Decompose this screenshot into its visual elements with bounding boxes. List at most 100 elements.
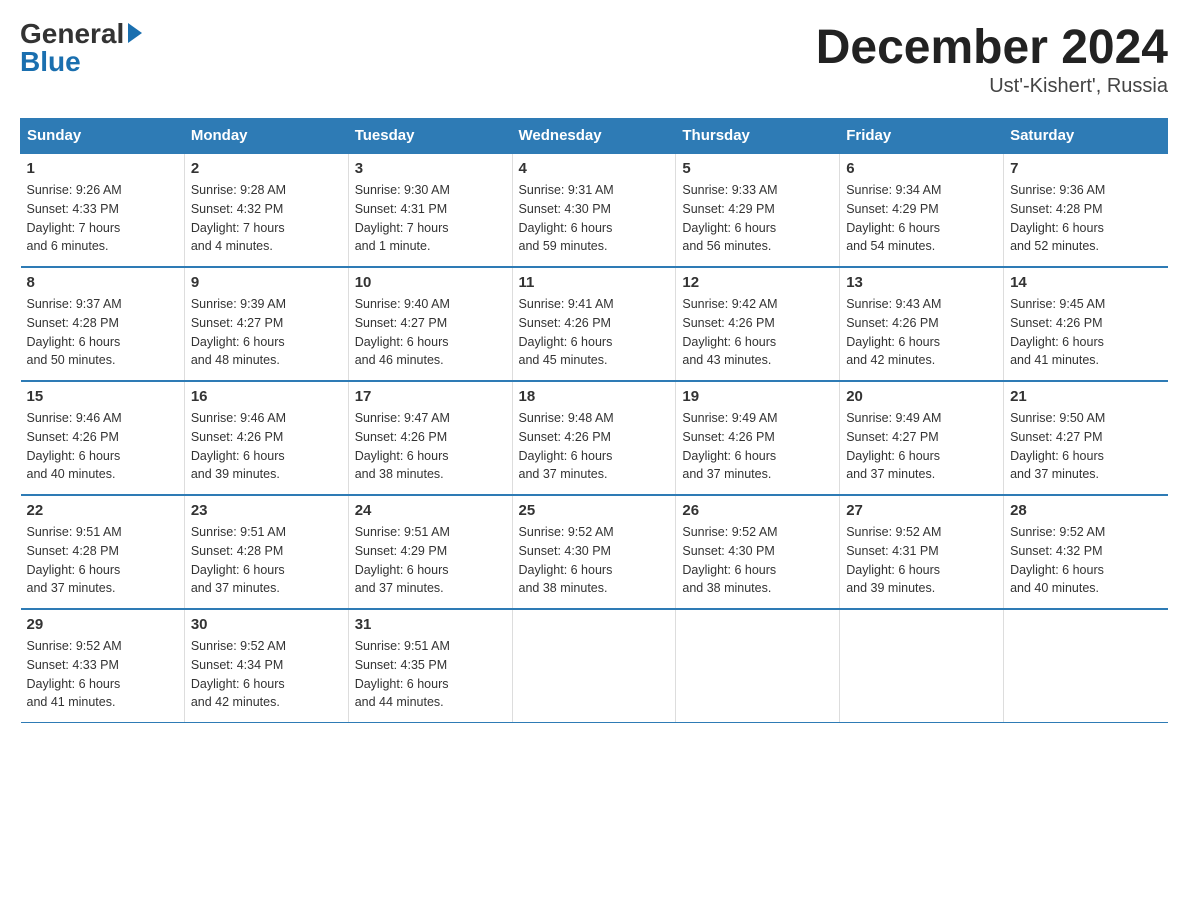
day-number: 30	[191, 616, 342, 633]
day-number: 24	[355, 502, 506, 519]
calendar-cell: 31 Sunrise: 9:51 AM Sunset: 4:35 PM Dayli…	[348, 609, 512, 723]
day-info: Sunrise: 9:49 AM Sunset: 4:26 PM Dayligh…	[682, 409, 833, 484]
day-info: Sunrise: 9:52 AM Sunset: 4:34 PM Dayligh…	[191, 637, 342, 712]
logo: General Blue	[20, 20, 142, 76]
day-info: Sunrise: 9:48 AM Sunset: 4:26 PM Dayligh…	[519, 409, 670, 484]
calendar-cell: 9Sunrise: 9:39 AM Sunset: 4:27 PM Daylig…	[184, 267, 348, 381]
day-number: 13	[846, 274, 997, 291]
day-number: 10	[355, 274, 506, 291]
day-number: 3	[355, 160, 506, 177]
day-info: Sunrise: 9:26 AM Sunset: 4:33 PM Dayligh…	[27, 181, 178, 256]
day-info: Sunrise: 9:40 AM Sunset: 4:27 PM Dayligh…	[355, 295, 506, 370]
day-number: 27	[846, 502, 997, 519]
day-info: Sunrise: 9:41 AM Sunset: 4:26 PM Dayligh…	[519, 295, 670, 370]
day-number: 15	[27, 388, 178, 405]
day-info: Sunrise: 9:51 AM Sunset: 4:35 PM Dayligh…	[355, 637, 506, 712]
day-of-week-thursday: Thursday	[676, 119, 840, 154]
calendar-cell: 25 Sunrise: 9:52 AM Sunset: 4:30 PM Dayli…	[512, 495, 676, 609]
day-info: Sunrise: 9:49 AM Sunset: 4:27 PM Dayligh…	[846, 409, 997, 484]
calendar-cell: 8Sunrise: 9:37 AM Sunset: 4:28 PM Daylig…	[21, 267, 185, 381]
day-info: Sunrise: 9:52 AM Sunset: 4:32 PM Dayligh…	[1010, 523, 1161, 598]
calendar-cell: 10 Sunrise: 9:40 AM Sunset: 4:27 PM Dayli…	[348, 267, 512, 381]
day-info: Sunrise: 9:52 AM Sunset: 4:30 PM Dayligh…	[682, 523, 833, 598]
calendar-body: 1 Sunrise: 9:26 AM Sunset: 4:33 PM Daylig…	[21, 153, 1168, 723]
logo-general-text: General	[20, 20, 124, 48]
calendar-cell: 21Sunrise: 9:50 AM Sunset: 4:27 PM Dayli…	[1004, 381, 1168, 495]
calendar-cell: 12 Sunrise: 9:42 AM Sunset: 4:26 PM Dayli…	[676, 267, 840, 381]
calendar-cell: 4 Sunrise: 9:31 AM Sunset: 4:30 PM Daylig…	[512, 153, 676, 267]
day-number: 20	[846, 388, 997, 405]
day-info: Sunrise: 9:42 AM Sunset: 4:26 PM Dayligh…	[682, 295, 833, 370]
calendar-cell: 26 Sunrise: 9:52 AM Sunset: 4:30 PM Dayli…	[676, 495, 840, 609]
day-info: Sunrise: 9:43 AM Sunset: 4:26 PM Dayligh…	[846, 295, 997, 370]
day-number: 26	[682, 502, 833, 519]
day-info: Sunrise: 9:37 AM Sunset: 4:28 PM Dayligh…	[27, 295, 178, 370]
day-number: 25	[519, 502, 670, 519]
calendar-cell: 18 Sunrise: 9:48 AM Sunset: 4:26 PM Dayli…	[512, 381, 676, 495]
calendar-cell: 5Sunrise: 9:33 AM Sunset: 4:29 PM Daylig…	[676, 153, 840, 267]
day-of-week-sunday: Sunday	[21, 119, 185, 154]
calendar-cell: 13 Sunrise: 9:43 AM Sunset: 4:26 PM Dayli…	[840, 267, 1004, 381]
calendar-cell: 14 Sunrise: 9:45 AM Sunset: 4:26 PM Dayli…	[1004, 267, 1168, 381]
calendar-cell: 16 Sunrise: 9:46 AM Sunset: 4:26 PM Dayli…	[184, 381, 348, 495]
day-info: Sunrise: 9:33 AM Sunset: 4:29 PM Dayligh…	[682, 181, 833, 256]
day-info: Sunrise: 9:36 AM Sunset: 4:28 PM Dayligh…	[1010, 181, 1161, 256]
calendar-cell: 2Sunrise: 9:28 AM Sunset: 4:32 PM Daylig…	[184, 153, 348, 267]
title-area: December 2024 Ust'-Kishert', Russia	[816, 20, 1168, 98]
calendar-cell: 29 Sunrise: 9:52 AM Sunset: 4:33 PM Dayli…	[21, 609, 185, 723]
day-number: 1	[27, 160, 178, 177]
calendar-cell: 19 Sunrise: 9:49 AM Sunset: 4:26 PM Dayli…	[676, 381, 840, 495]
day-of-week-saturday: Saturday	[1004, 119, 1168, 154]
calendar-cell	[1004, 609, 1168, 723]
day-info: Sunrise: 9:52 AM Sunset: 4:33 PM Dayligh…	[27, 637, 178, 712]
logo-triangle-icon	[128, 23, 142, 43]
day-number: 19	[682, 388, 833, 405]
calendar-cell	[512, 609, 676, 723]
day-number: 12	[682, 274, 833, 291]
calendar-cell: 28Sunrise: 9:52 AM Sunset: 4:32 PM Dayli…	[1004, 495, 1168, 609]
day-info: Sunrise: 9:34 AM Sunset: 4:29 PM Dayligh…	[846, 181, 997, 256]
day-info: Sunrise: 9:45 AM Sunset: 4:26 PM Dayligh…	[1010, 295, 1161, 370]
day-number: 18	[519, 388, 670, 405]
day-number: 16	[191, 388, 342, 405]
calendar-header: SundayMondayTuesdayWednesdayThursdayFrid…	[21, 119, 1168, 154]
days-of-week-row: SundayMondayTuesdayWednesdayThursdayFrid…	[21, 119, 1168, 154]
calendar-cell: 3 Sunrise: 9:30 AM Sunset: 4:31 PM Daylig…	[348, 153, 512, 267]
day-number: 4	[519, 160, 670, 177]
calendar-cell: 30 Sunrise: 9:52 AM Sunset: 4:34 PM Dayli…	[184, 609, 348, 723]
calendar-table: SundayMondayTuesdayWednesdayThursdayFrid…	[20, 118, 1168, 723]
day-number: 14	[1010, 274, 1161, 291]
calendar-cell: 6 Sunrise: 9:34 AM Sunset: 4:29 PM Daylig…	[840, 153, 1004, 267]
day-number: 31	[355, 616, 506, 633]
calendar-cell: 7 Sunrise: 9:36 AM Sunset: 4:28 PM Daylig…	[1004, 153, 1168, 267]
calendar-cell: 11Sunrise: 9:41 AM Sunset: 4:26 PM Dayli…	[512, 267, 676, 381]
day-info: Sunrise: 9:46 AM Sunset: 4:26 PM Dayligh…	[191, 409, 342, 484]
day-info: Sunrise: 9:52 AM Sunset: 4:30 PM Dayligh…	[519, 523, 670, 598]
day-info: Sunrise: 9:51 AM Sunset: 4:28 PM Dayligh…	[191, 523, 342, 598]
day-number: 6	[846, 160, 997, 177]
day-number: 17	[355, 388, 506, 405]
calendar-cell: 17 Sunrise: 9:47 AM Sunset: 4:26 PM Dayli…	[348, 381, 512, 495]
week-row-2: 8Sunrise: 9:37 AM Sunset: 4:28 PM Daylig…	[21, 267, 1168, 381]
location-text: Ust'-Kishert', Russia	[816, 75, 1168, 98]
day-info: Sunrise: 9:30 AM Sunset: 4:31 PM Dayligh…	[355, 181, 506, 256]
day-info: Sunrise: 9:51 AM Sunset: 4:28 PM Dayligh…	[27, 523, 178, 598]
calendar-cell: 22Sunrise: 9:51 AM Sunset: 4:28 PM Dayli…	[21, 495, 185, 609]
day-number: 23	[191, 502, 342, 519]
day-number: 9	[191, 274, 342, 291]
day-number: 29	[27, 616, 178, 633]
day-of-week-friday: Friday	[840, 119, 1004, 154]
calendar-cell: 23 Sunrise: 9:51 AM Sunset: 4:28 PM Dayli…	[184, 495, 348, 609]
day-info: Sunrise: 9:47 AM Sunset: 4:26 PM Dayligh…	[355, 409, 506, 484]
month-title: December 2024	[816, 20, 1168, 75]
day-info: Sunrise: 9:28 AM Sunset: 4:32 PM Dayligh…	[191, 181, 342, 256]
calendar-cell: 24 Sunrise: 9:51 AM Sunset: 4:29 PM Dayli…	[348, 495, 512, 609]
day-of-week-monday: Monday	[184, 119, 348, 154]
day-info: Sunrise: 9:46 AM Sunset: 4:26 PM Dayligh…	[27, 409, 178, 484]
calendar-cell	[676, 609, 840, 723]
day-info: Sunrise: 9:51 AM Sunset: 4:29 PM Dayligh…	[355, 523, 506, 598]
day-info: Sunrise: 9:31 AM Sunset: 4:30 PM Dayligh…	[519, 181, 670, 256]
calendar-cell: 15 Sunrise: 9:46 AM Sunset: 4:26 PM Dayli…	[21, 381, 185, 495]
day-number: 7	[1010, 160, 1161, 177]
calendar-cell: 20 Sunrise: 9:49 AM Sunset: 4:27 PM Dayli…	[840, 381, 1004, 495]
